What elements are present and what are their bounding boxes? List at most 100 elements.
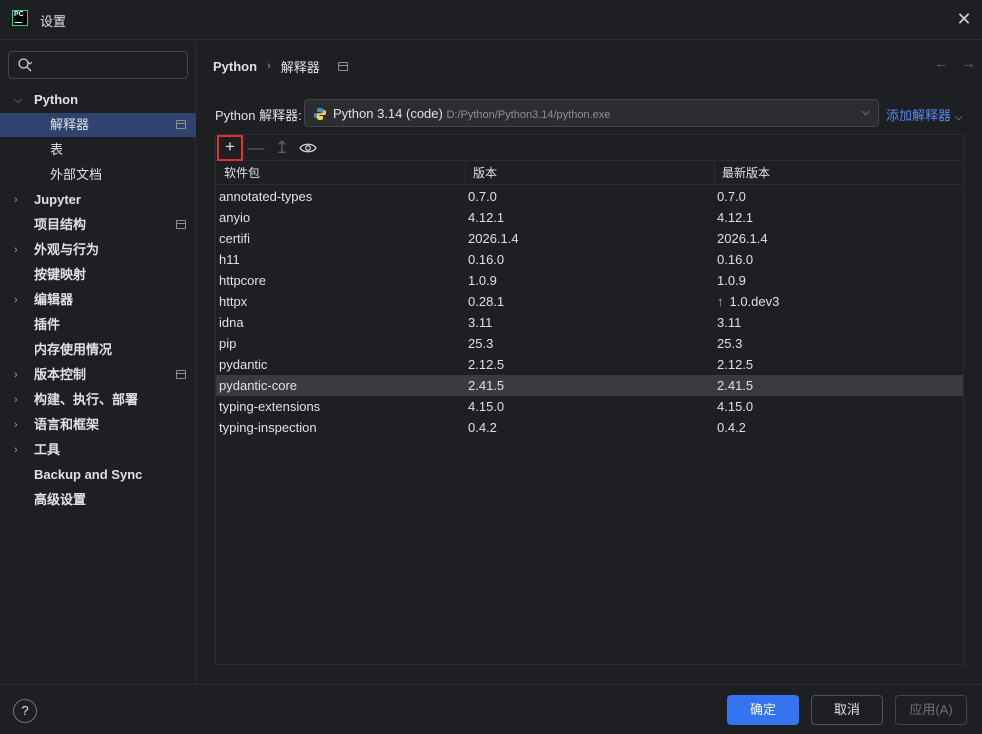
package-name-cell: certifi bbox=[219, 231, 251, 246]
sidebar-item-label: Backup and Sync bbox=[34, 467, 143, 482]
package-name-cell: pip bbox=[219, 336, 237, 351]
sidebar-item-keymap[interactable]: 按键映射 bbox=[0, 263, 196, 287]
sidebar-item-external-docs[interactable]: 外部文档 bbox=[0, 163, 196, 187]
table-row[interactable]: pip 25.3 25.3 bbox=[216, 333, 963, 354]
package-name-cell: typing-inspection bbox=[219, 420, 317, 435]
latest-version-text: 2.12.5 bbox=[717, 357, 754, 372]
table-row[interactable]: pydantic-core 2.41.5 2.41.5 bbox=[216, 375, 963, 396]
table-row[interactable]: httpx 0.28.1 ↑ 1.0.dev3 bbox=[216, 291, 963, 312]
sidebar-item-backup-sync[interactable]: Backup and Sync bbox=[0, 463, 196, 487]
column-header-version[interactable]: 版本 bbox=[473, 161, 497, 185]
sidebar-item-build[interactable]: › 构建、执行、部署 bbox=[0, 388, 196, 412]
forward-arrow-icon[interactable]: → bbox=[961, 55, 976, 72]
sidebar-item-advanced[interactable]: 高级设置 bbox=[0, 488, 196, 512]
package-name-cell: idna bbox=[219, 315, 244, 330]
sidebar-item-label: 高级设置 bbox=[34, 492, 87, 507]
table-row[interactable]: annotated-types 0.7.0 0.7.0 bbox=[216, 186, 963, 207]
package-name-cell: typing-extensions bbox=[219, 399, 321, 414]
help-icon[interactable]: ? bbox=[13, 699, 37, 723]
interpreter-select[interactable]: Python 3.14 (code) D:/Python/Python3.14/… bbox=[304, 99, 879, 127]
latest-version-cell: 2.41.5 bbox=[717, 375, 753, 396]
chevron-down-icon: ⌵ bbox=[861, 106, 870, 118]
chevron-down-icon: ⌵ bbox=[955, 112, 963, 123]
remove-package-button[interactable]: — bbox=[243, 136, 269, 160]
table-row[interactable]: anyio 4.12.1 4.12.1 bbox=[216, 207, 963, 228]
pycharm-logo-icon: PC bbox=[12, 10, 28, 26]
sidebar-item-label: 工具 bbox=[34, 442, 61, 457]
latest-version-text: 2026.1.4 bbox=[717, 231, 768, 246]
table-row[interactable]: typing-inspection 0.4.2 0.4.2 bbox=[216, 417, 963, 438]
table-row[interactable]: h11 0.16.0 0.16.0 bbox=[216, 249, 963, 270]
column-divider[interactable] bbox=[714, 161, 715, 185]
sidebar-item-appearance[interactable]: › 外观与行为 bbox=[0, 238, 196, 262]
sidebar-item-python[interactable]: ⌵ Python bbox=[0, 88, 196, 112]
interpreter-name: Python 3.14 (code) D:/Python/Python3.14/… bbox=[333, 106, 611, 121]
package-name-cell: h11 bbox=[219, 252, 240, 267]
latest-version-cell: 0.7.0 bbox=[717, 186, 746, 207]
column-header-package[interactable]: 软件包 bbox=[224, 161, 260, 185]
latest-version-cell: 4.12.1 bbox=[717, 207, 753, 228]
version-cell: 3.11 bbox=[468, 315, 493, 330]
version-cell: 4.12.1 bbox=[468, 210, 505, 225]
upgrade-package-button[interactable]: ↥ bbox=[269, 136, 295, 160]
sidebar-item-project-structure[interactable]: 项目结构 bbox=[0, 213, 196, 237]
breadcrumb-interpreter: 解释器 bbox=[280, 59, 320, 75]
sidebar-item-tools[interactable]: › 工具 bbox=[0, 438, 196, 462]
settings-search[interactable] bbox=[8, 51, 188, 79]
version-cell: 2.12.5 bbox=[468, 357, 505, 372]
interpreter-label: Python 解释器: bbox=[215, 108, 302, 123]
package-name-cell: httpx bbox=[219, 294, 248, 309]
sidebar-item-label: 语言和框架 bbox=[34, 417, 100, 432]
project-scope-icon bbox=[176, 220, 186, 229]
sidebar-item-editor[interactable]: › 编辑器 bbox=[0, 288, 196, 312]
close-icon[interactable]: ✕ bbox=[954, 9, 974, 29]
sidebar-item-label: 外部文档 bbox=[50, 167, 103, 182]
add-package-button[interactable]: + bbox=[217, 135, 243, 161]
version-cell: 2.41.5 bbox=[468, 378, 505, 393]
sidebar-item-tables[interactable]: 表 bbox=[0, 138, 196, 162]
chevron-right-icon: › bbox=[14, 244, 18, 256]
interpreter-path: D:/Python/Python3.14/python.exe bbox=[446, 109, 611, 121]
chevron-right-icon: › bbox=[14, 444, 18, 456]
sidebar-item-languages[interactable]: › 语言和框架 bbox=[0, 413, 196, 437]
column-divider[interactable] bbox=[465, 161, 466, 185]
history-nav: ← → bbox=[934, 55, 976, 72]
latest-version-text: 0.16.0 bbox=[717, 252, 754, 267]
table-row[interactable]: pydantic 2.12.5 2.12.5 bbox=[216, 354, 963, 375]
apply-button[interactable]: 应用(A) bbox=[895, 695, 967, 725]
package-name-cell: annotated-types bbox=[219, 189, 313, 204]
chevron-right-icon: › bbox=[14, 194, 18, 206]
sidebar-item-vcs[interactable]: › 版本控制 bbox=[0, 363, 196, 387]
breadcrumb-python[interactable]: Python bbox=[213, 59, 257, 74]
chevron-right-icon: › bbox=[14, 394, 18, 406]
back-arrow-icon[interactable]: ← bbox=[934, 55, 949, 72]
packages-panel: + — ↥ 软件包 版本 最新版本 annotated-types 0.7.0 0.… bbox=[215, 134, 964, 665]
chevron-right-icon: › bbox=[14, 294, 18, 306]
version-cell: 1.0.9 bbox=[468, 273, 497, 288]
cancel-button[interactable]: 取消 bbox=[811, 695, 883, 725]
sidebar-item-label: 内存使用情况 bbox=[34, 342, 113, 357]
sidebar-item-label: 插件 bbox=[34, 317, 61, 332]
table-row[interactable]: httpcore 1.0.9 1.0.9 bbox=[216, 270, 963, 291]
latest-version-cell: 25.3 bbox=[717, 333, 742, 354]
table-row[interactable]: typing-extensions 4.15.0 4.15.0 bbox=[216, 396, 963, 417]
add-interpreter-link[interactable]: 添加解释器 ⌵ bbox=[886, 105, 963, 124]
latest-version-cell: 2.12.5 bbox=[717, 354, 753, 375]
package-name-cell: pydantic-core bbox=[219, 378, 298, 393]
sidebar-item-label: Python bbox=[34, 92, 79, 107]
sidebar-item-memory[interactable]: 内存使用情况 bbox=[0, 338, 196, 362]
sidebar-item-interpreter[interactable]: 解释器 bbox=[0, 113, 196, 137]
sidebar-item-jupyter[interactable]: › Jupyter bbox=[0, 188, 196, 212]
latest-version-text: 4.12.1 bbox=[717, 210, 754, 225]
show-early-releases-eye-icon[interactable] bbox=[295, 136, 321, 160]
package-name-cell: pydantic bbox=[219, 357, 268, 372]
latest-version-cell: ↑ 1.0.dev3 bbox=[717, 291, 779, 312]
sidebar-item-plugins[interactable]: 插件 bbox=[0, 313, 196, 337]
ok-button[interactable]: 确定 bbox=[727, 695, 799, 725]
version-cell: 25.3 bbox=[468, 336, 494, 351]
table-row[interactable]: certifi 2026.1.4 2026.1.4 bbox=[216, 228, 963, 249]
column-header-latest[interactable]: 最新版本 bbox=[722, 161, 770, 185]
search-input[interactable] bbox=[41, 56, 181, 74]
latest-version-text: 0.7.0 bbox=[717, 189, 746, 204]
table-row[interactable]: idna 3.11 3.11 bbox=[216, 312, 963, 333]
